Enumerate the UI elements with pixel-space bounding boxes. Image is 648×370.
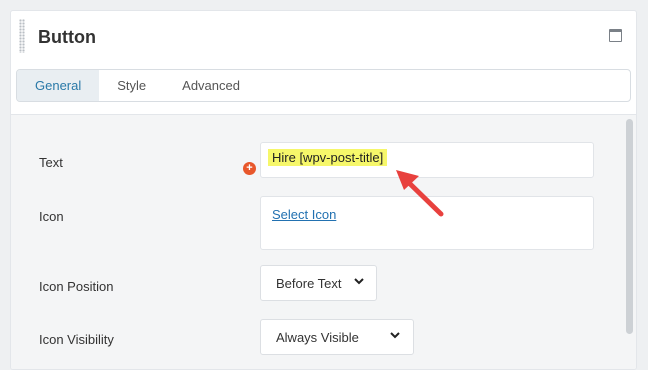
tab-bar: General Style Advanced <box>16 69 631 102</box>
settings-content: Text + Hire [wpv-post-title] Icon Select… <box>11 114 636 369</box>
icon-picker: Select Icon <box>260 196 594 250</box>
tab-style[interactable]: Style <box>99 70 164 101</box>
plus-icon[interactable]: + <box>243 162 256 175</box>
chevron-down-icon <box>390 332 400 339</box>
scrollbar[interactable] <box>626 119 633 334</box>
button-settings-panel: Button General Style Advanced Text + Hir… <box>10 10 637 370</box>
icon-visibility-label: Icon Visibility <box>39 332 114 347</box>
tab-general[interactable]: General <box>17 70 100 101</box>
select-icon-link[interactable]: Select Icon <box>272 207 336 222</box>
tab-advanced[interactable]: Advanced <box>164 70 258 101</box>
icon-position-value: Before Text <box>276 276 342 291</box>
icon-position-select[interactable]: Before Text <box>260 265 377 301</box>
text-input[interactable]: Hire [wpv-post-title] <box>260 142 594 178</box>
icon-position-label: Icon Position <box>39 279 114 294</box>
panel-title: Button <box>38 27 96 47</box>
icon-visibility-select[interactable]: Always Visible <box>260 319 414 355</box>
chevron-down-icon <box>354 278 364 285</box>
text-input-value: Hire [wpv-post-title] <box>268 149 388 166</box>
window-icon[interactable] <box>609 29 622 42</box>
text-field-label: Text <box>39 155 63 170</box>
icon-field-label: Icon <box>39 209 64 224</box>
drag-handle-icon[interactable] <box>19 19 25 53</box>
icon-visibility-value: Always Visible <box>276 330 359 345</box>
